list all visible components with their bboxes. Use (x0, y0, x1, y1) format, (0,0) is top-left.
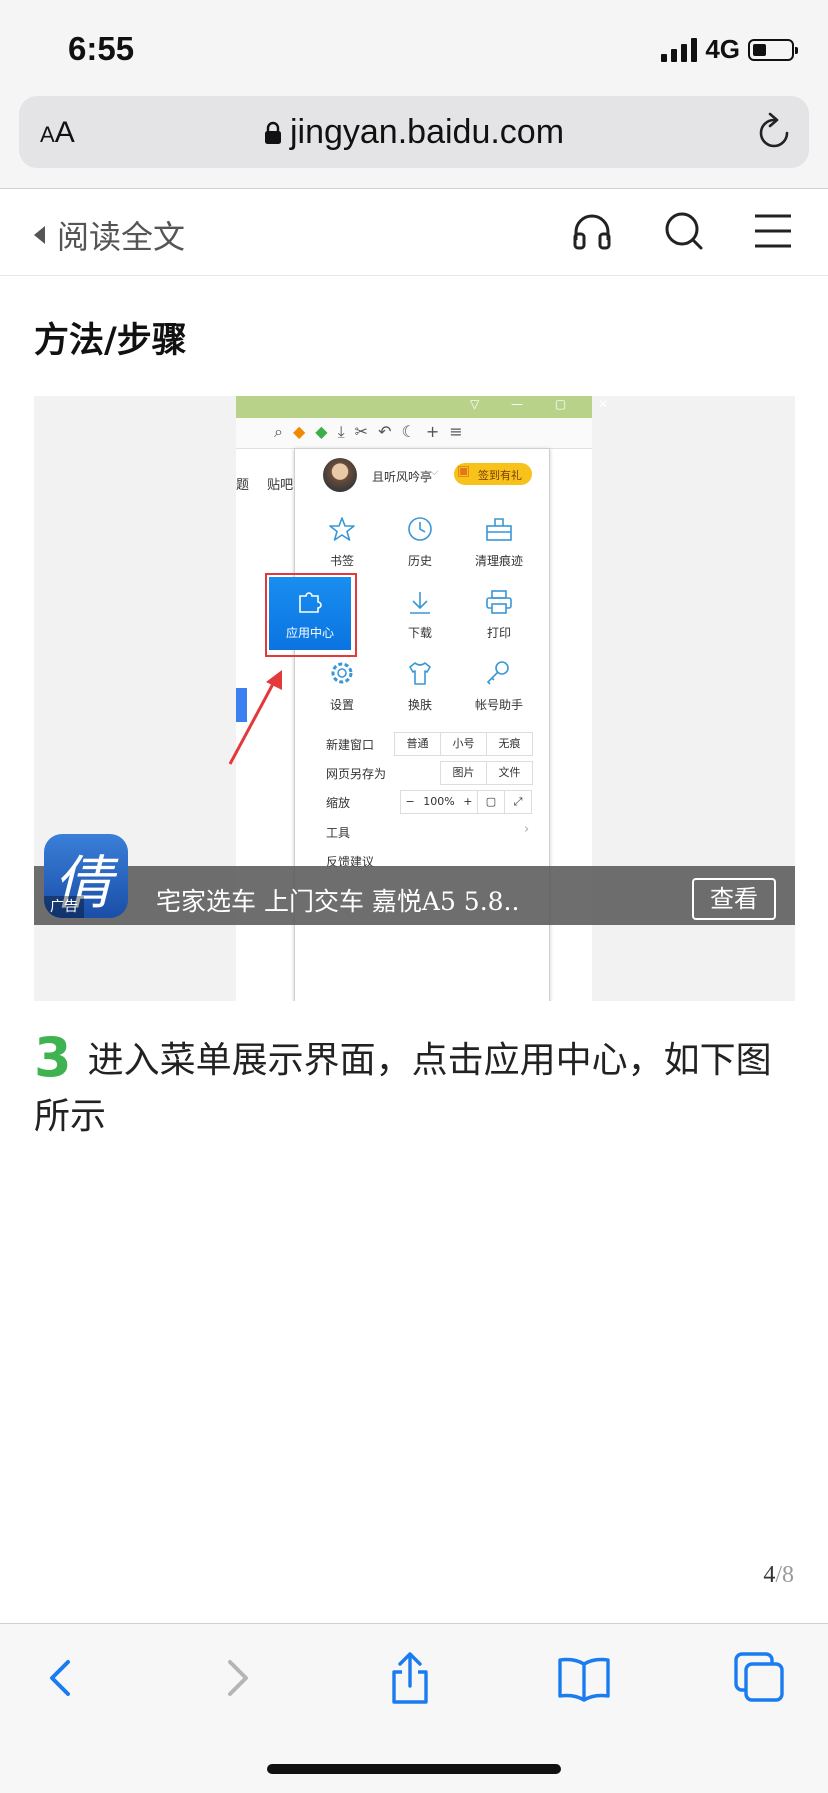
left-fragment-1: 题 (236, 478, 250, 493)
chevron-right-icon: › (524, 822, 530, 837)
zoom-minus: − (405, 795, 415, 808)
menu-item-download: 下载 (407, 626, 432, 640)
menu-item-history: 历史 (407, 554, 432, 568)
lock-small-icon: ▢ (477, 790, 505, 814)
status-indicators: 4G (661, 34, 798, 65)
sign-badge-label: 签到有礼 (478, 469, 522, 482)
url-text: jingyan.baidu.com (289, 113, 565, 151)
user-name: 且听风吟亭 (372, 470, 433, 484)
ad-tag: 广告 (44, 896, 84, 918)
bookmark-star-icon (329, 517, 355, 541)
page-counter: 4/8 (763, 1562, 794, 1589)
step-text: 进入菜单展示界面，点击应用中心，如下图所示 (34, 1040, 772, 1137)
gift-icon: ▣ (457, 463, 471, 479)
tools-label: 工具 (326, 826, 351, 840)
user-avatar (323, 458, 357, 492)
url-display[interactable]: jingyan.baidu.com (0, 113, 828, 152)
share-icon[interactable] (380, 1648, 440, 1708)
menu-item-app-center: 应用中心 (285, 626, 334, 640)
chevron-down-icon: ⌵ (430, 465, 439, 478)
new-window-label: 新建窗口 (326, 738, 375, 752)
toolbar-icons: ⌕◆◆⤓✂↶☾+≡ (274, 422, 473, 441)
headphones-icon[interactable] (571, 210, 613, 252)
save-as-image: 图片 (440, 761, 487, 785)
read-full-text-label: 阅读全文 (57, 218, 186, 256)
zoom-label: 缩放 (326, 796, 351, 810)
menu-item-skin: 换肤 (407, 698, 432, 712)
lock-icon (264, 121, 281, 144)
signal-icon (661, 37, 698, 62)
save-as-file: 文件 (486, 761, 533, 785)
menu-item-account: 帐号助手 (474, 698, 523, 712)
battery-icon (748, 38, 798, 61)
red-arrow-annotation (228, 670, 282, 765)
home-indicator (267, 1764, 561, 1774)
zoom-value: 100% (423, 795, 455, 808)
network-type: 4G (705, 34, 740, 64)
new-window-incognito: 无痕 (486, 732, 533, 756)
window-controls: ▽ — ▢ ✕ (470, 397, 623, 411)
menu-item-bookmark: 书签 (329, 554, 354, 568)
left-page-fragment: 题 贴吧 (236, 474, 293, 493)
new-window-normal: 普通 (394, 732, 441, 756)
ad-app-icon: 倩 广告 (44, 834, 128, 918)
read-full-text-link[interactable]: 阅读全文 (34, 212, 185, 258)
menu-item-clean: 清理痕迹 (474, 554, 523, 568)
zoom-control: − 100% + (400, 790, 478, 814)
search-icon[interactable] (663, 210, 705, 252)
status-time: 6:55 (68, 30, 135, 67)
zoom-plus: + (463, 795, 473, 808)
left-fragment-2: 贴吧 (267, 478, 294, 493)
page-current: 4 (763, 1562, 776, 1588)
tabs-icon[interactable] (730, 1648, 790, 1708)
new-window-small: 小号 (440, 732, 487, 756)
reload-icon[interactable] (756, 112, 792, 152)
menu-item-settings: 设置 (329, 698, 354, 712)
key-icon (486, 661, 509, 685)
page-total: /8 (775, 1562, 794, 1588)
settings-gear-icon (331, 662, 353, 684)
bookmarks-book-icon[interactable] (554, 1648, 614, 1708)
clean-trace-icon (486, 518, 512, 541)
ad-text: 宅家选车 上门交车 嘉悦A5 5.8.. (156, 887, 520, 916)
skin-shirt-icon (409, 662, 431, 685)
menu-icon[interactable] (753, 212, 793, 250)
history-clock-icon (408, 517, 432, 541)
save-page-label: 网页另存为 (326, 767, 387, 781)
download-icon (410, 592, 430, 614)
forward-chevron-icon[interactable] (206, 1648, 266, 1708)
step-description: 3 进入菜单展示界面，点击应用中心，如下图所示 (34, 1030, 794, 1145)
step-number: 3 (34, 1026, 72, 1089)
fullscreen-icon: ⤢ (504, 790, 532, 814)
ad-view-button[interactable]: 查看 (692, 878, 776, 920)
puzzle-icon (299, 592, 322, 613)
print-icon (486, 590, 512, 614)
triangle-left-icon (34, 226, 45, 244)
sign-badge: ▣ 签到有礼 (454, 463, 532, 485)
back-chevron-icon[interactable] (32, 1648, 92, 1708)
section-title: 方法/步骤 (34, 321, 187, 361)
article-screenshot: ▽ — ▢ ✕ ⌕◆◆⤓✂↶☾+≡ 题 贴吧 且听风吟亭 ⌵ ▣ 签到有礼 书签… (34, 396, 795, 1001)
menu-item-print: 打印 (486, 626, 511, 640)
